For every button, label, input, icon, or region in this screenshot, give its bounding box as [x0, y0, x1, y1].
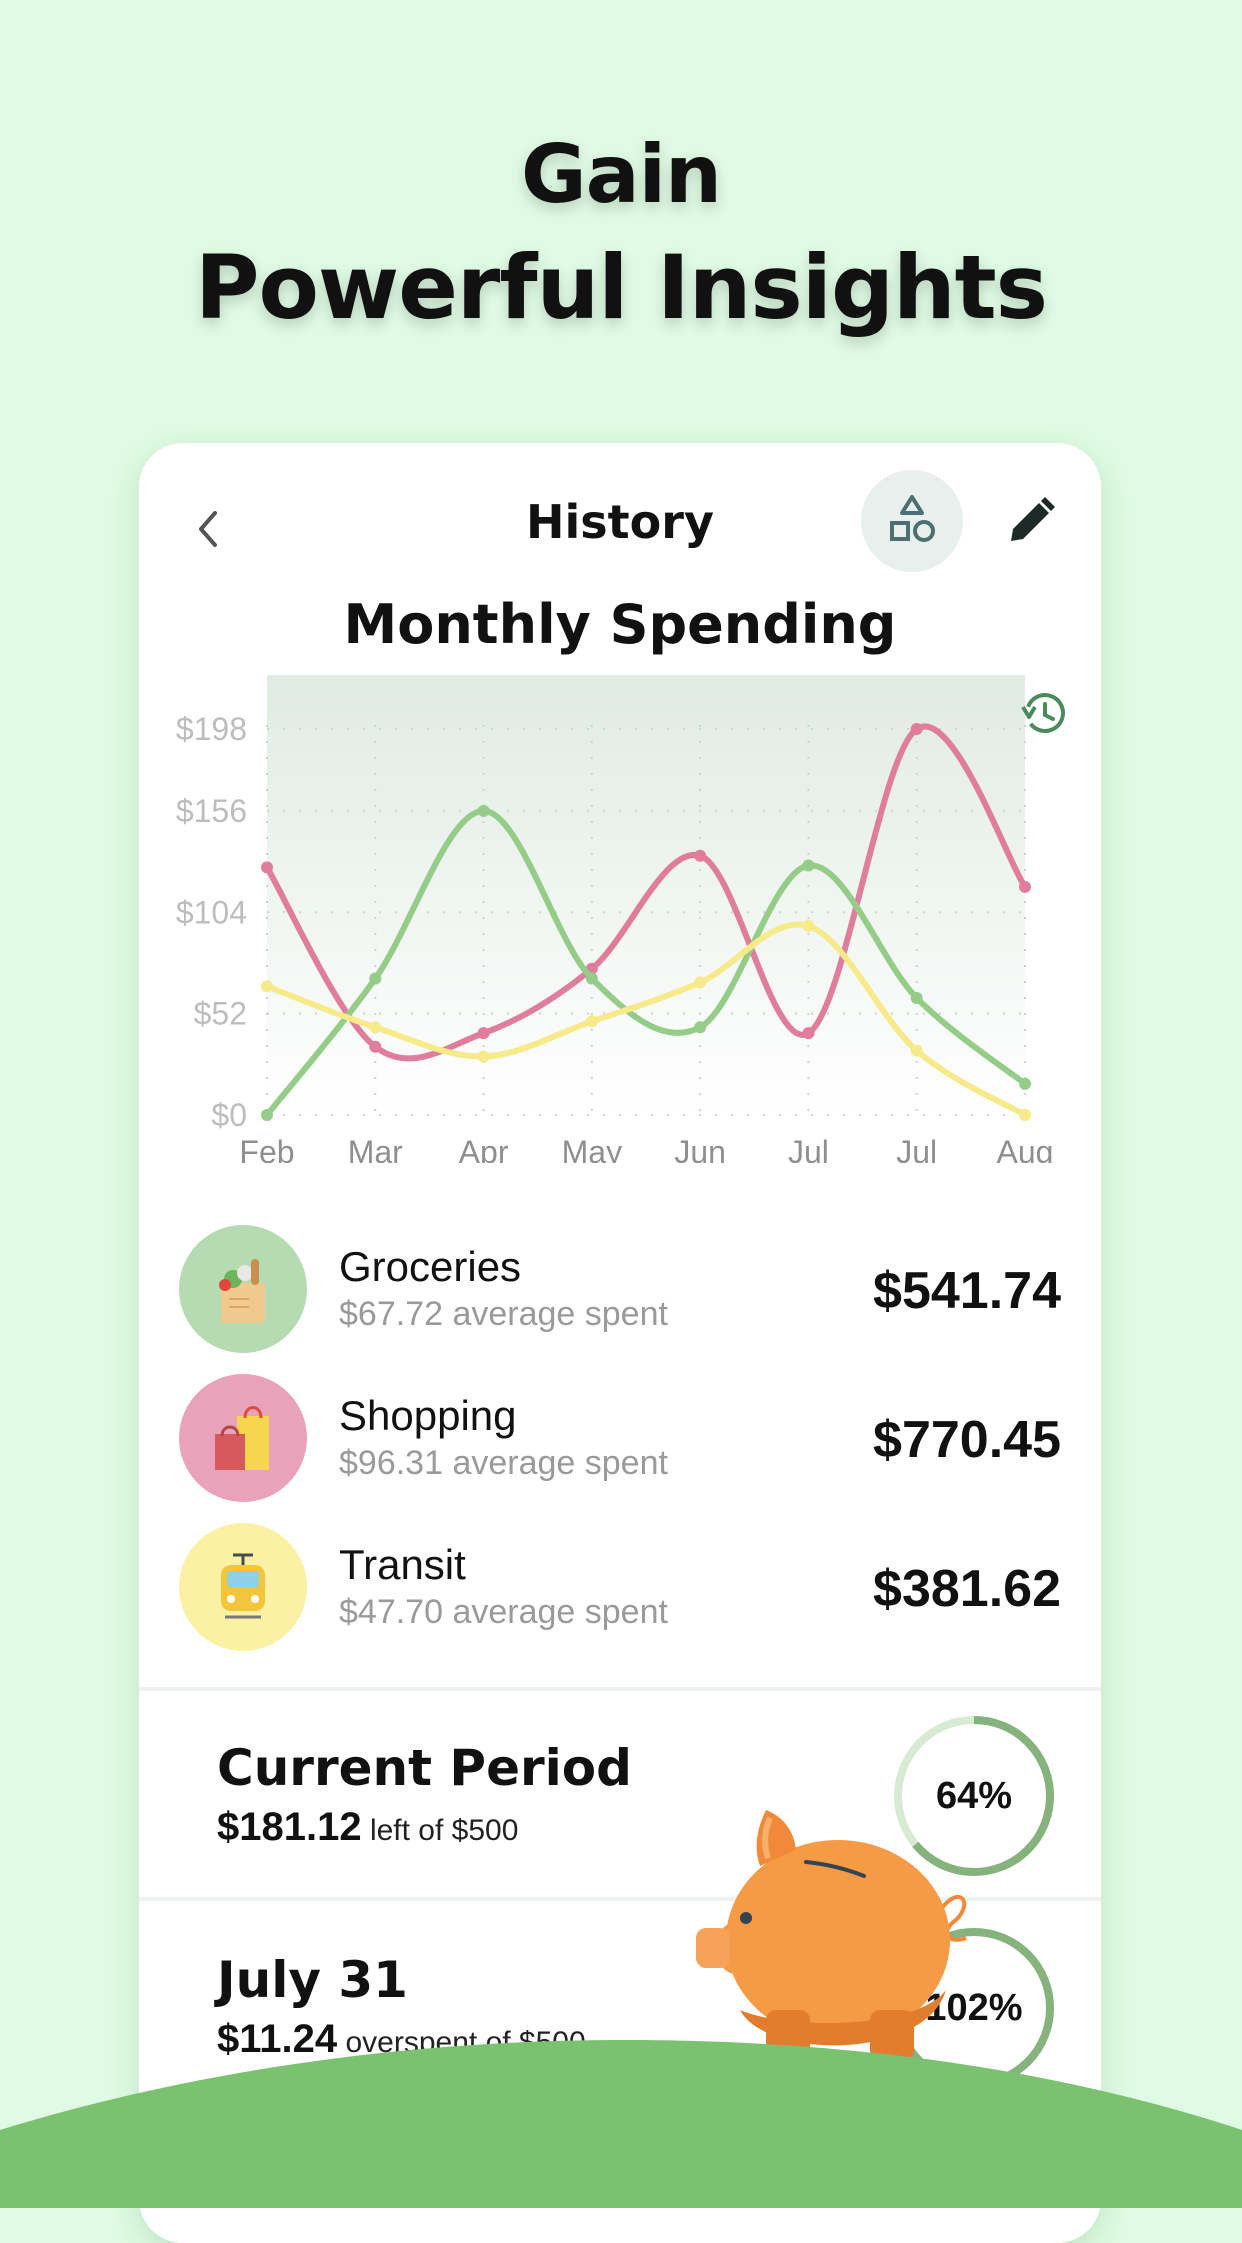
category-total: $770.45 — [873, 1411, 1061, 1469]
y-tick-label: $156 — [176, 793, 247, 829]
data-point — [1019, 880, 1031, 893]
data-point — [802, 859, 815, 872]
data-point — [694, 1021, 707, 1034]
headline-line1: Gain — [520, 128, 722, 221]
shapes-icon — [890, 495, 935, 542]
data-point — [477, 1050, 490, 1063]
section-divider — [139, 1687, 1101, 1691]
category-row-groceries[interactable]: Groceries $67.72 average spent $541.74 — [179, 1225, 1061, 1355]
category-total: $381.62 — [873, 1560, 1061, 1618]
data-point — [910, 723, 923, 735]
x-tick-label: May — [562, 1134, 622, 1163]
data-point — [910, 992, 923, 1005]
history-icon[interactable] — [1021, 690, 1068, 736]
category-row-transit[interactable]: Transit $47.70 average spent $381.62 — [179, 1523, 1061, 1653]
data-point — [261, 1109, 273, 1121]
chart-title: Monthly Spending — [343, 593, 897, 656]
data-point — [585, 972, 598, 985]
category-average: $96.31 average spent — [339, 1444, 668, 1482]
y-tick-label: $52 — [194, 996, 247, 1032]
grocery-bag-icon — [179, 1225, 307, 1353]
categories-button[interactable] — [861, 470, 963, 572]
data-point — [802, 919, 815, 932]
edit-button[interactable] — [999, 489, 1063, 553]
headline-line2: Powerful Insights — [194, 236, 1048, 339]
y-tick-label: $198 — [176, 711, 247, 747]
data-point — [802, 1027, 815, 1040]
data-point — [369, 972, 382, 985]
data-point — [477, 804, 490, 817]
x-tick-label: Jul — [896, 1134, 937, 1163]
y-tick-label: $0 — [211, 1097, 247, 1133]
category-name: Groceries — [339, 1243, 522, 1290]
category-name: Shopping — [339, 1392, 517, 1439]
x-tick-label: Mar — [348, 1134, 403, 1163]
data-point — [369, 1040, 382, 1053]
data-point — [694, 976, 707, 989]
data-point — [369, 1021, 382, 1034]
data-point — [477, 1027, 490, 1040]
y-tick-label: $104 — [176, 894, 247, 930]
x-tick-label: Jul — [788, 1134, 829, 1163]
data-point — [261, 861, 273, 874]
x-tick-label: Jun — [674, 1134, 726, 1163]
data-point — [261, 980, 273, 993]
category-total: $541.74 — [873, 1262, 1061, 1320]
data-point — [694, 849, 707, 862]
category-name: Transit — [339, 1541, 466, 1588]
data-point — [910, 1044, 923, 1057]
chart-canvas: $0 $52 $104 $156 $198 Feb Mar Apr May Jun Jul Jul A… — [176, 675, 1068, 1163]
tram-icon — [179, 1523, 307, 1651]
period-amount: $181.12 — [217, 1805, 362, 1849]
data-point — [1019, 1109, 1031, 1121]
x-tick-label: Aug — [997, 1134, 1054, 1163]
period-amount: $11.24 — [217, 2017, 338, 2061]
pencil-icon — [1011, 497, 1055, 541]
data-point — [1019, 1077, 1031, 1090]
category-average: $67.72 average spent — [339, 1295, 668, 1333]
shopping-bags-icon — [179, 1374, 307, 1502]
period-note: left of $500 — [369, 1814, 519, 1847]
period-note: overspent of $500 — [345, 2026, 586, 2059]
x-tick-label: Feb — [239, 1134, 294, 1163]
data-point — [585, 1015, 598, 1028]
category-average: $47.70 average spent — [339, 1593, 668, 1631]
piggy-bank-icon — [696, 1810, 967, 2060]
x-tick-label: Apr — [459, 1134, 509, 1163]
monthly-spending-chart: $0 $52 $104 $156 $198 Feb Mar Apr May Jun Jul Jul A… — [139, 663, 1101, 1163]
top-bar: History — [139, 443, 1101, 603]
category-row-shopping[interactable]: Shopping $96.31 average spent $770.45 — [179, 1374, 1061, 1504]
